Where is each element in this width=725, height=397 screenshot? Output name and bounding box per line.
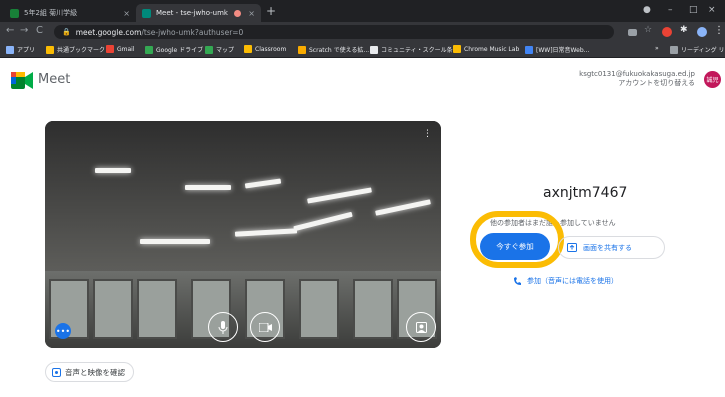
bookmark-gmail[interactable]: Gmail <box>106 45 135 53</box>
more-options-icon[interactable]: ⋮ <box>423 129 432 139</box>
url-path: /tse-jwho-umk?authuser=0 <box>141 27 244 37</box>
visual-effects-button[interactable] <box>406 312 436 342</box>
video-preview: ⋮ ••• <box>45 121 441 348</box>
meet-favicon-icon <box>142 8 151 18</box>
bookmarks-overflow[interactable]: » <box>655 45 659 52</box>
bookmark-drive[interactable]: Google ドライブ <box>145 45 203 54</box>
check-av-icon <box>52 367 61 377</box>
forward-icon[interactable]: → <box>20 25 28 36</box>
present-button[interactable]: 画面を共有する <box>558 236 665 259</box>
present-label: 画面を共有する <box>583 243 632 252</box>
tab-title: Meet - tse-jwho-umk <box>156 9 228 17</box>
effects-bubble[interactable]: ••• <box>55 323 71 339</box>
meeting-code: axnjtm7467 <box>543 185 628 201</box>
bookmark-ww[interactable]: [WW]日常音Web... <box>525 45 589 54</box>
tab-meet[interactable]: Meet - tse-jwho-umk × <box>136 4 261 22</box>
minimize-button[interactable]: – <box>668 5 673 15</box>
new-tab-button[interactable]: + <box>266 4 276 18</box>
reload-icon[interactable]: C <box>36 25 43 36</box>
camera-feed <box>45 121 441 271</box>
puzzle-icon[interactable]: ✱ <box>680 25 688 35</box>
url-field[interactable]: 🔒 meet.google.com /tse-jwho-umk?authuser… <box>54 25 614 39</box>
recording-icon <box>234 9 242 17</box>
tab-classroom[interactable]: 5年2組 菊川学級 × <box>4 4 136 22</box>
back-icon[interactable]: ← <box>6 25 14 36</box>
meet-brand: Meet <box>38 72 71 87</box>
bookmarks-bar: アプリ 共通ブックマーク Gmail Google ドライブ マップ Class… <box>0 42 725 58</box>
menu-icon[interactable]: ⋮ <box>714 25 724 36</box>
bookmark-common[interactable]: 共通ブックマーク <box>46 45 105 54</box>
camera-button[interactable] <box>250 312 280 342</box>
bookmark-maps[interactable]: マップ <box>205 45 234 54</box>
url-host: meet.google.com <box>75 27 142 37</box>
mic-button[interactable] <box>208 312 238 342</box>
phone-join-link[interactable]: 参加（音声には電話を使用） <box>513 276 618 286</box>
effects-icon <box>415 321 427 333</box>
profile-icon[interactable]: ● <box>643 5 651 15</box>
bookmark-community[interactable]: コミュニティ・スクール条... <box>370 45 458 54</box>
present-icon <box>567 243 577 252</box>
tab-close-icon[interactable]: × <box>248 9 255 18</box>
address-bar: ← → C 🔒 meet.google.com /tse-jwho-umk?au… <box>0 22 725 42</box>
bookmark-classroom[interactable]: Classroom <box>244 45 286 53</box>
maximize-button[interactable]: □ <box>689 5 698 15</box>
phone-icon <box>514 276 521 285</box>
close-window-button[interactable]: × <box>708 5 716 15</box>
bookmark-apps[interactable]: アプリ <box>6 45 35 54</box>
lock-icon: 🔒 <box>62 28 71 36</box>
account-info: ksgtc0131@fukuokakasuga.ed.jp アカウントを切り替え… <box>579 70 695 88</box>
switch-account-link[interactable]: アカウントを切り替える <box>579 79 695 88</box>
check-audio-video-button[interactable]: 音声と映像を確認 <box>45 362 134 382</box>
tab-title: 5年2組 菊川学級 <box>24 9 78 17</box>
camera-feed-lower <box>45 271 441 348</box>
star-icon[interactable]: ☆ <box>644 25 652 35</box>
bookmark-reading-list[interactable]: リーディング リスト <box>670 45 725 54</box>
classroom-favicon-icon <box>10 8 19 18</box>
meet-logo-icon <box>11 72 33 89</box>
camera-indicator-icon[interactable] <box>628 29 637 36</box>
bookmark-music-lab[interactable]: Chrome Music Lab <box>453 45 519 53</box>
camera-icon <box>258 322 272 332</box>
browser-tabbar: 5年2組 菊川学級 × Meet - tse-jwho-umk × + ● – … <box>0 0 725 22</box>
mic-icon <box>218 320 228 334</box>
avatar[interactable]: 誠児 <box>704 71 721 88</box>
phone-join-label: 参加（音声には電話を使用） <box>527 277 618 285</box>
check-av-label: 音声と映像を確認 <box>65 367 125 377</box>
profile-avatar-icon[interactable] <box>697 27 707 37</box>
bookmark-scratch[interactable]: Scratch で使える拡... <box>298 45 369 54</box>
extension-icon[interactable] <box>662 27 672 37</box>
highlight-ring <box>470 211 564 268</box>
account-email: ksgtc0131@fukuokakasuga.ed.jp <box>579 70 695 78</box>
tab-close-icon[interactable]: × <box>123 9 130 18</box>
